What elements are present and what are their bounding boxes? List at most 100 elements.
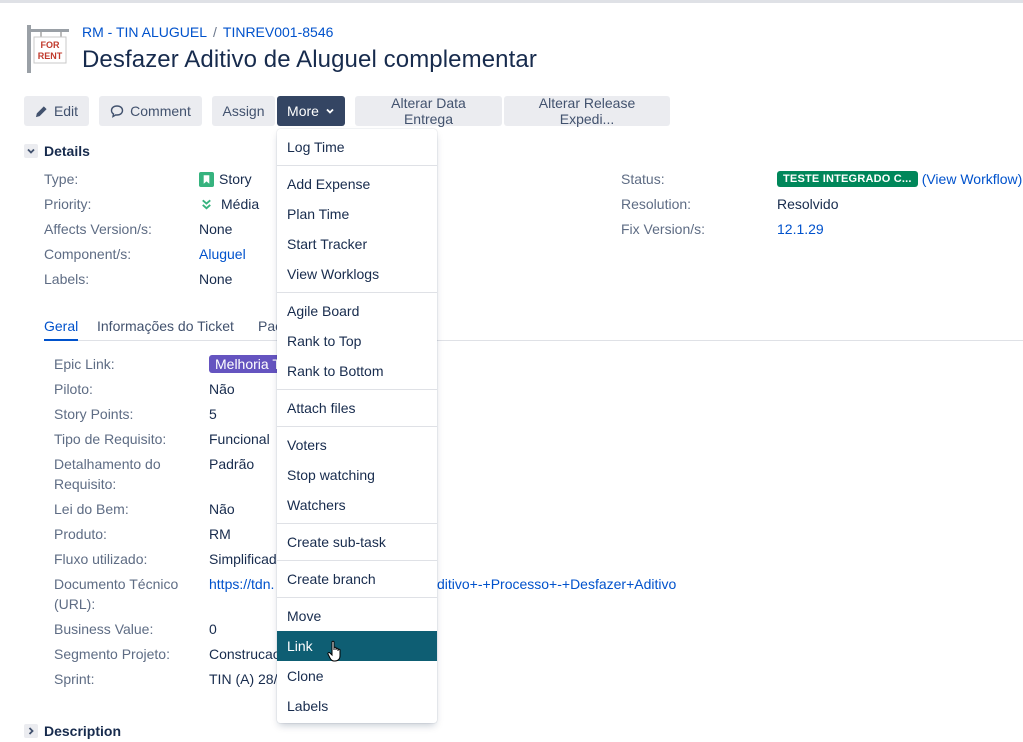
component-label: Component/s: <box>44 246 132 262</box>
menu-divider <box>277 292 437 293</box>
resolution-value: Resolvido <box>777 196 839 212</box>
detalhamento-label-line2: Requisito: <box>54 476 117 492</box>
view-workflow-link[interactable]: (View Workflow) <box>922 171 1023 187</box>
menu-item-add-expense[interactable]: Add Expense <box>277 169 437 199</box>
comment-button[interactable]: Comment <box>99 96 202 126</box>
pencil-icon <box>35 105 47 117</box>
details-section-toggle[interactable]: Details <box>24 143 90 159</box>
menu-divider <box>277 389 437 390</box>
documento-tecnico-link-end[interactable]: ditivo+-+Processo+-+Desfazer+Aditivo <box>437 576 676 592</box>
breadcrumb-issue-key-link[interactable]: TINREV001-8546 <box>223 24 334 40</box>
alterar-release-label: Alterar Release Expedi... <box>538 95 636 127</box>
segmento-projeto-value: Construcao <box>209 646 281 662</box>
priority-label: Priority: <box>44 196 92 212</box>
business-value-label: Business Value: <box>54 621 154 637</box>
top-border <box>0 0 1023 3</box>
for-rent-line1: FOR <box>41 40 60 50</box>
tab-geral[interactable]: Geral <box>44 318 78 334</box>
active-tab-indicator <box>44 339 78 341</box>
priority-value-text: Média <box>221 196 260 212</box>
alterar-data-entrega-button[interactable]: Alterar Data Entrega <box>355 95 502 127</box>
epic-link-lozenge[interactable]: Melhoria T <box>209 355 287 373</box>
menu-item-labels[interactable]: Labels <box>277 691 437 721</box>
assign-button-label: Assign <box>222 103 265 119</box>
breadcrumb-separator: / <box>213 24 217 40</box>
for-rent-sign-icon: FOR RENT <box>27 25 69 73</box>
segmento-projeto-label: Segmento Projeto: <box>54 646 170 662</box>
description-section-toggle[interactable]: Description <box>24 723 121 739</box>
produto-label: Produto: <box>54 526 107 542</box>
more-button[interactable]: More <box>277 96 345 126</box>
menu-item-move[interactable]: Move <box>277 601 437 631</box>
fluxo-utilizado-value: Simplificad <box>209 551 277 567</box>
more-actions-menu: Log Time Add Expense Plan Time Start Tra… <box>277 129 437 723</box>
affects-version-label: Affects Version/s: <box>44 221 152 237</box>
for-rent-line2: RENT <box>38 51 63 61</box>
menu-item-plan-time[interactable]: Plan Time <box>277 199 437 229</box>
tabs-divider <box>44 340 1023 341</box>
menu-item-view-worklogs[interactable]: View Worklogs <box>277 259 437 289</box>
breadcrumb-project-link[interactable]: RM - TIN ALUGUEL <box>82 24 207 40</box>
type-label: Type: <box>44 171 79 187</box>
edit-button[interactable]: Edit <box>24 96 89 126</box>
comment-button-label: Comment <box>130 103 191 119</box>
menu-item-start-tracker[interactable]: Start Tracker <box>277 229 437 259</box>
alterar-data-entrega-label: Alterar Data Entrega <box>391 95 466 127</box>
epic-link-label: Epic Link: <box>54 356 115 372</box>
business-value-value: 0 <box>209 621 217 637</box>
more-button-label: More <box>287 103 319 119</box>
epic-link-value: Melhoria T <box>209 355 287 373</box>
menu-item-watchers[interactable]: Watchers <box>277 490 437 520</box>
fix-version-link[interactable]: 12.1.29 <box>777 221 824 237</box>
labels-value: None <box>199 271 233 287</box>
type-value: Story <box>199 171 252 187</box>
menu-divider <box>277 597 437 598</box>
chevron-down-icon <box>326 108 334 114</box>
fluxo-utilizado-label: Fluxo utilizado: <box>54 551 148 567</box>
sprint-label: Sprint: <box>54 671 95 687</box>
detalhamento-value: Padrão <box>209 456 255 472</box>
priority-medium-icon <box>202 199 211 209</box>
story-points-value: 5 <box>209 406 217 422</box>
resolution-label: Resolution: <box>621 196 692 212</box>
menu-item-rank-to-top[interactable]: Rank to Top <box>277 326 437 356</box>
tipo-requisito-label: Tipo de Requisito: <box>54 431 167 447</box>
documento-tecnico-label-line1: Documento Técnico <box>54 576 179 592</box>
details-heading: Details <box>44 143 90 159</box>
menu-item-rank-to-bottom[interactable]: Rank to Bottom <box>277 356 437 386</box>
status-label: Status: <box>621 171 665 187</box>
status-value: TESTE INTEGRADO C... (View Workflow) <box>777 171 1022 187</box>
sprint-value: TIN (A) 28/ <box>209 671 278 687</box>
labels-label: Labels: <box>44 271 90 287</box>
menu-item-log-time[interactable]: Log Time <box>277 132 437 162</box>
lei-do-bem-value: Não <box>209 501 235 517</box>
chevron-down-icon <box>24 144 38 158</box>
menu-item-create-branch[interactable]: Create branch <box>277 564 437 594</box>
alterar-release-button[interactable]: Alterar Release Expedi... <box>504 95 670 127</box>
page-title: Desfazer Aditivo de Aluguel complementar <box>82 46 537 73</box>
breadcrumb: RM - TIN ALUGUEL / TINREV001-8546 <box>82 24 333 40</box>
story-points-label: Story Points: <box>54 406 134 422</box>
menu-item-voters[interactable]: Voters <box>277 430 437 460</box>
tab-informacoes-do-ticket[interactable]: Informações do Ticket <box>97 318 234 334</box>
piloto-value: Não <box>209 381 235 397</box>
menu-item-create-sub-task[interactable]: Create sub-task <box>277 527 437 557</box>
menu-divider <box>277 165 437 166</box>
piloto-label: Piloto: <box>54 381 93 397</box>
menu-item-agile-board[interactable]: Agile Board <box>277 296 437 326</box>
status-badge: TESTE INTEGRADO C... <box>777 171 918 187</box>
menu-item-stop-watching[interactable]: Stop watching <box>277 460 437 490</box>
menu-item-link[interactable]: Link <box>277 631 437 661</box>
edit-button-label: Edit <box>53 103 79 119</box>
menu-item-clone[interactable]: Clone <box>277 661 437 691</box>
story-icon <box>199 171 214 187</box>
assign-button[interactable]: Assign <box>212 96 275 126</box>
affects-version-value: None <box>199 221 233 237</box>
tipo-requisito-value: Funcional <box>209 431 270 447</box>
documento-tecnico-link-start[interactable]: https://tdn. <box>209 576 274 592</box>
menu-item-attach-files[interactable]: Attach files <box>277 393 437 423</box>
component-value-link[interactable]: Aluguel <box>199 246 246 262</box>
produto-value: RM <box>209 526 231 542</box>
documento-tecnico-label-line2: (URL): <box>54 596 96 612</box>
description-heading: Description <box>44 723 122 739</box>
